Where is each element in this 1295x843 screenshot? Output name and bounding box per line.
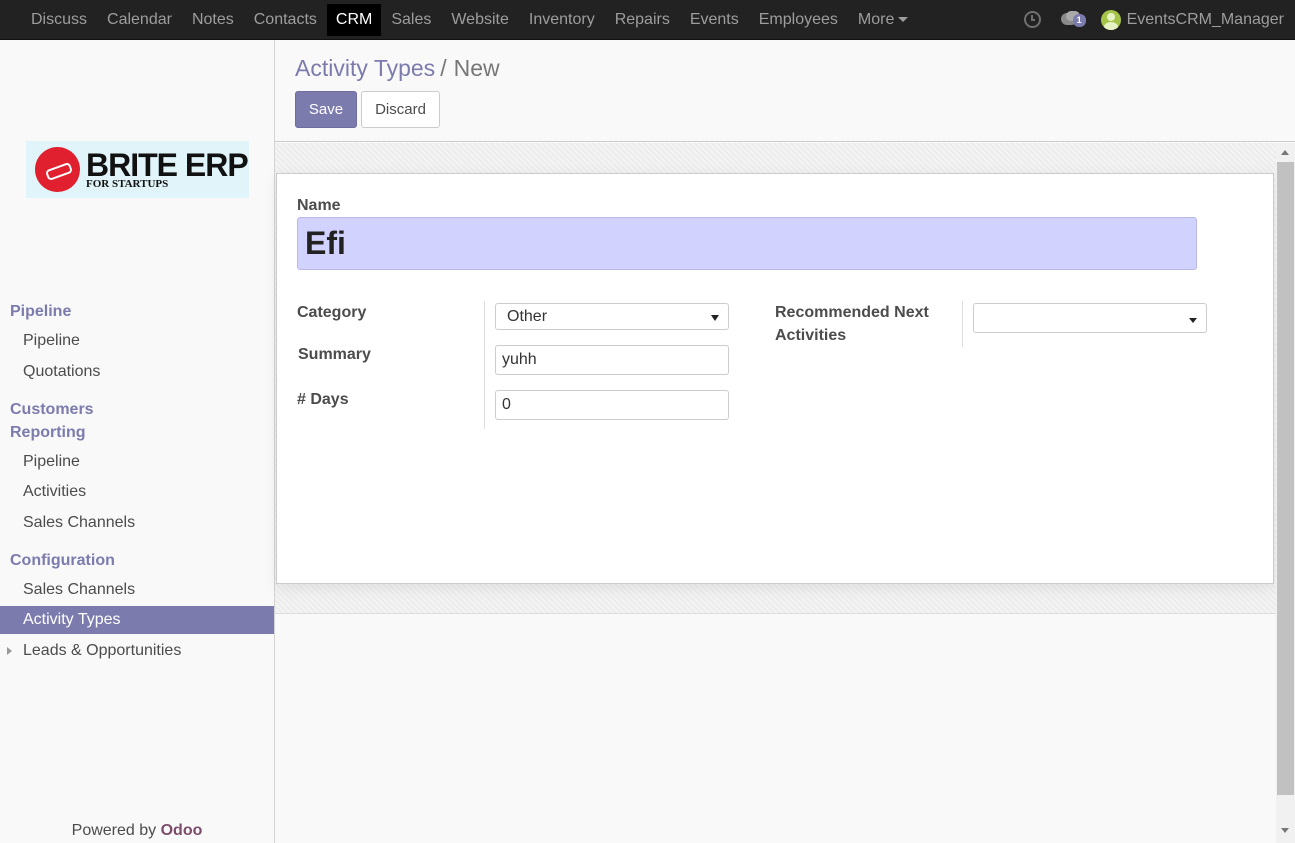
app-website[interactable]: Website (441, 0, 519, 40)
name-label: Name (297, 197, 341, 214)
breadcrumb-parent[interactable]: Activity Types (295, 55, 435, 81)
category-value: Other (507, 308, 548, 325)
user-avatar[interactable] (1100, 9, 1121, 30)
systray: 1 EventsCRM_Manager (1023, 0, 1295, 40)
company-logo: BRITE ERP FOR STARTUPS (26, 141, 249, 198)
activity-clock-icon[interactable] (1023, 11, 1041, 28)
dropdown-arrow-icon (1189, 318, 1197, 323)
powered-prefix: Powered by (71, 822, 157, 839)
summary-input[interactable]: yuhh (495, 345, 729, 375)
message-count-badge: 1 (1072, 13, 1086, 27)
sidebar-item-reporting-pipeline[interactable]: Pipeline (0, 448, 274, 476)
category-select[interactable]: Other (495, 303, 729, 330)
sidebar-item-label: Leads & Opportunities (23, 642, 182, 659)
sidebar-item-quotations[interactable]: Quotations (0, 358, 274, 386)
sidebar-item-activities[interactable]: Activities (0, 478, 274, 506)
scroll-up-arrow-icon[interactable] (1281, 150, 1289, 155)
section-reporting[interactable]: Reporting (10, 421, 86, 444)
messages-icon[interactable]: 1 (1060, 10, 1089, 29)
caret-right-icon (7, 647, 12, 655)
odoo-link[interactable]: Odoo (161, 822, 203, 839)
section-pipeline[interactable]: Pipeline (10, 300, 71, 323)
app-contacts[interactable]: Contacts (244, 0, 327, 40)
days-label: # Days (297, 391, 349, 408)
app-inventory[interactable]: Inventory (519, 0, 605, 40)
caret-down-icon (898, 16, 909, 22)
app-sales[interactable]: Sales (381, 0, 441, 40)
top-navbar: Discuss Calendar Notes Contacts CRM Sale… (0, 0, 1295, 40)
powered-by: Powered by Odoo (0, 822, 274, 840)
more-menu[interactable]: More (848, 0, 918, 40)
discard-button[interactable]: Discard (361, 91, 440, 128)
dropdown-arrow-icon (711, 315, 719, 321)
app-employees[interactable]: Employees (749, 0, 848, 40)
section-configuration[interactable]: Configuration (10, 549, 115, 572)
user-menu[interactable]: EventsCRM_Manager (1127, 11, 1284, 29)
section-customers[interactable]: Customers (10, 398, 94, 421)
category-label: Category (297, 304, 367, 321)
sidebar-item-leads-opportunities[interactable]: Leads & Opportunities (0, 637, 274, 665)
scroll-down-arrow-icon[interactable] (1281, 828, 1289, 833)
breadcrumb-separator: / (440, 55, 447, 81)
name-field[interactable]: Efi (297, 217, 1197, 270)
form-view: Name Efi Category Summary # Days Other y… (275, 143, 1276, 843)
app-discuss[interactable]: Discuss (21, 0, 97, 40)
app-menu: Discuss Calendar Notes Contacts CRM Sale… (0, 0, 918, 40)
app-notes[interactable]: Notes (182, 0, 244, 40)
days-input[interactable]: 0 (495, 390, 729, 420)
logo-mark-icon (35, 147, 80, 192)
app-events[interactable]: Events (680, 0, 749, 40)
sidebar: BRITE ERP FOR STARTUPS Pipeline Pipeline… (0, 40, 275, 843)
sidebar-item-pipeline[interactable]: Pipeline (0, 327, 274, 355)
next-activities-label: Recommended Next Activities (775, 304, 929, 344)
more-label: More (857, 10, 895, 28)
sidebar-item-config-sales-channels[interactable]: Sales Channels (0, 576, 274, 604)
sidebar-item-reporting-sales-channels[interactable]: Sales Channels (0, 509, 274, 537)
sidebar-item-activity-types[interactable]: Activity Types (0, 606, 274, 634)
control-panel: Activity Types / New Save Discard (275, 40, 1295, 142)
vertical-scrollbar[interactable] (1276, 143, 1295, 843)
summary-label: Summary (298, 346, 371, 363)
next-activities-select[interactable] (973, 303, 1207, 333)
logo-title: BRITE ERP (86, 147, 249, 183)
app-crm[interactable]: CRM (326, 3, 382, 36)
breadcrumb-current: New (453, 55, 500, 81)
column-divider-right (962, 301, 963, 347)
form-sheet: Name Efi Category Summary # Days Other y… (276, 173, 1274, 584)
app-calendar[interactable]: Calendar (97, 0, 182, 40)
save-button[interactable]: Save (295, 91, 357, 128)
breadcrumb: Activity Types / New (295, 55, 500, 82)
column-divider (484, 301, 485, 429)
scroll-thumb[interactable] (1277, 162, 1294, 795)
app-repairs[interactable]: Repairs (605, 0, 680, 40)
